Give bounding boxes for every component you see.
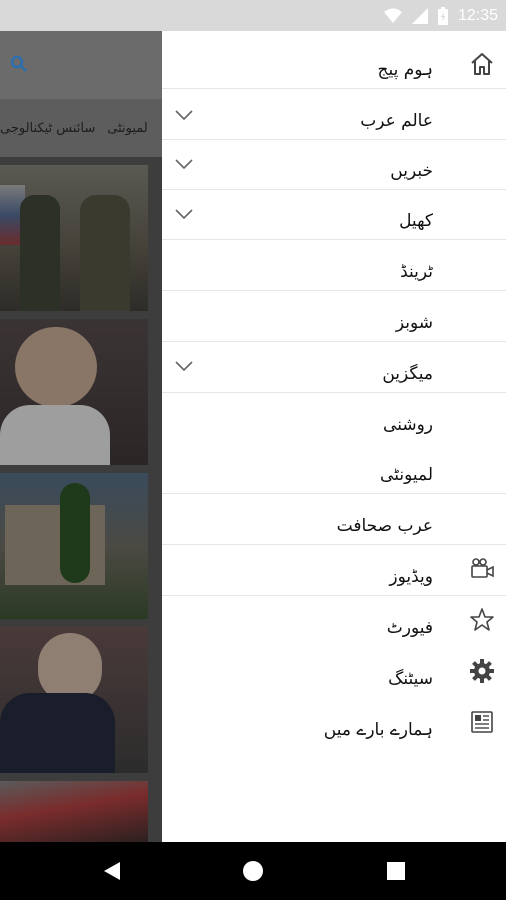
drawer-item-arab-world[interactable]: عالم عرب bbox=[162, 88, 506, 140]
status-icons: 12:35 bbox=[383, 0, 498, 31]
search-icon[interactable] bbox=[10, 55, 28, 73]
news-thumbnail[interactable] bbox=[0, 319, 148, 465]
newspaper-icon bbox=[471, 711, 493, 733]
news-thumbnail[interactable] bbox=[0, 473, 148, 619]
drawer-item-sports[interactable]: کھیل bbox=[162, 189, 506, 240]
chevron-down-icon[interactable] bbox=[174, 359, 194, 373]
drawer-item-arab-press[interactable]: عرب صحافت bbox=[162, 493, 506, 545]
drawer-item-label: عالم عرب bbox=[360, 111, 433, 131]
back-icon[interactable] bbox=[100, 859, 124, 883]
star-icon bbox=[470, 608, 494, 631]
chevron-down-icon[interactable] bbox=[174, 157, 194, 171]
drawer-item-news[interactable]: خبریں bbox=[162, 139, 506, 190]
home-icon bbox=[471, 53, 493, 75]
signal-icon bbox=[411, 7, 428, 24]
chevron-down-icon[interactable] bbox=[174, 207, 194, 221]
news-thumbnail[interactable] bbox=[0, 781, 148, 842]
app-content-scrim[interactable]: لمیونٹی سائنس ٹیکنالوجی bbox=[0, 31, 162, 842]
drawer-item-label: ویڈیوز bbox=[389, 567, 433, 587]
drawer-item-label: ہمارے بارے میں bbox=[323, 720, 433, 740]
drawer-item-settings[interactable]: سیٹنگ bbox=[162, 646, 506, 697]
news-thumbnail[interactable] bbox=[0, 165, 148, 311]
drawer-item-showbiz[interactable]: شوبز bbox=[162, 290, 506, 342]
drawer-item-label: خبریں bbox=[390, 161, 433, 181]
app-toolbar bbox=[0, 31, 162, 99]
drawer-item-label: عرب صحافت bbox=[336, 516, 433, 536]
drawer-item-label: فیورٹ bbox=[386, 618, 433, 638]
tab-community[interactable]: لمیونٹی bbox=[107, 121, 148, 136]
drawer-item-label: میگزین bbox=[382, 364, 433, 384]
chevron-down-icon[interactable] bbox=[174, 108, 194, 122]
drawer-item-label: سیٹنگ bbox=[388, 669, 433, 689]
drawer-item-label: لمیونٹی bbox=[380, 465, 433, 485]
navigation-drawer: ہوم پیج عالم عرب خبریں کھیل ٹرینڈ شوبز م… bbox=[162, 31, 506, 842]
battery-icon bbox=[437, 6, 448, 25]
drawer-item-label: ٹرینڈ bbox=[400, 262, 433, 282]
video-camera-icon bbox=[471, 558, 494, 578]
category-tabs: لمیونٹی سائنس ٹیکنالوجی bbox=[0, 99, 162, 157]
status-time: 12:35 bbox=[457, 6, 498, 24]
drawer-item-trend[interactable]: ٹرینڈ bbox=[162, 239, 506, 291]
drawer-item-label: شوبز bbox=[395, 313, 433, 333]
home-button-icon[interactable] bbox=[241, 859, 265, 883]
drawer-item-videos[interactable]: ویڈیوز bbox=[162, 544, 506, 596]
drawer-item-roshni[interactable]: روشنی bbox=[162, 392, 506, 443]
drawer-item-home[interactable]: ہوم پیج bbox=[162, 31, 506, 89]
news-thumbnail[interactable] bbox=[0, 627, 148, 773]
drawer-item-community[interactable]: لمیونٹی bbox=[162, 443, 506, 494]
drawer-item-about-us[interactable]: ہمارے بارے میں bbox=[162, 697, 506, 748]
system-navigation-bar bbox=[0, 842, 506, 900]
settings-icon bbox=[470, 659, 494, 683]
drawer-item-favorites[interactable]: فیورٹ bbox=[162, 595, 506, 646]
drawer-item-label: کھیل bbox=[399, 211, 433, 231]
recents-icon[interactable] bbox=[384, 859, 408, 883]
status-bar: 12:35 bbox=[0, 0, 506, 31]
drawer-item-magazine[interactable]: میگزین bbox=[162, 341, 506, 393]
drawer-item-label: ہوم پیج bbox=[377, 60, 433, 80]
drawer-item-label: روشنی bbox=[383, 415, 433, 435]
tab-science-technology[interactable]: سائنس ٹیکنالوجی bbox=[0, 121, 95, 136]
wifi-icon bbox=[383, 8, 402, 23]
